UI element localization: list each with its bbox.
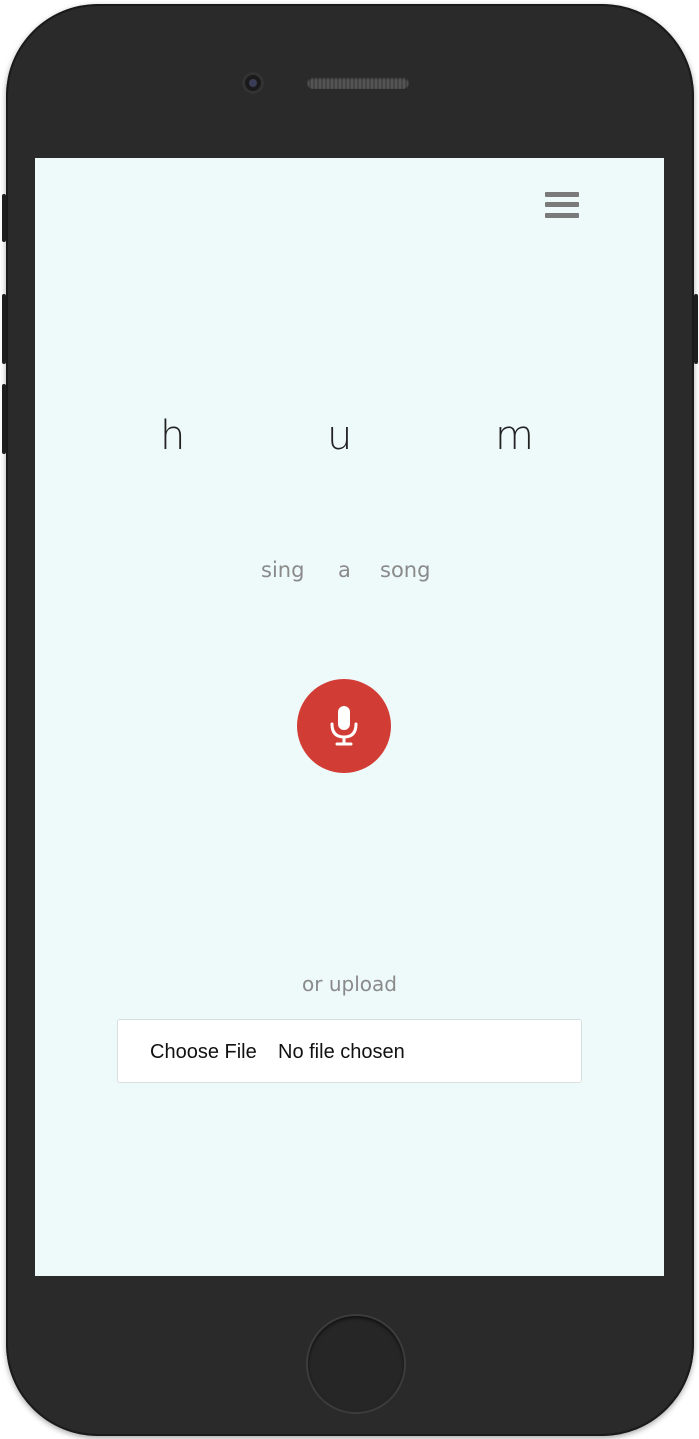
choose-file-button[interactable]: Choose File — [150, 1036, 257, 1068]
logo-letter-m: m — [495, 413, 534, 459]
front-camera-icon — [242, 72, 264, 94]
phone-volume-down-button — [2, 384, 6, 454]
tagline-word-sing: sing — [261, 558, 305, 582]
microphone-icon — [330, 706, 358, 746]
earpiece-speaker — [307, 77, 409, 89]
tagline: sing a song — [35, 552, 664, 588]
app-logo-title: h u m — [35, 406, 664, 466]
upload-label: or upload — [302, 972, 397, 996]
app-screen: h u m sing a song or upload Choose File … — [35, 158, 664, 1276]
phone-side-button — [2, 194, 6, 242]
home-button[interactable] — [308, 1316, 404, 1412]
logo-letter-h: h — [160, 413, 186, 459]
record-button[interactable] — [297, 679, 391, 773]
tagline-word-song: song — [380, 558, 431, 582]
phone-volume-up-button — [2, 294, 6, 364]
file-upload-input[interactable]: Choose File No file chosen — [117, 1019, 582, 1083]
phone-power-button — [694, 294, 698, 364]
file-status-text: No file chosen — [278, 1041, 405, 1063]
hamburger-menu-icon[interactable] — [545, 189, 579, 221]
logo-letter-u: u — [327, 413, 353, 459]
tagline-word-a: a — [338, 558, 351, 582]
